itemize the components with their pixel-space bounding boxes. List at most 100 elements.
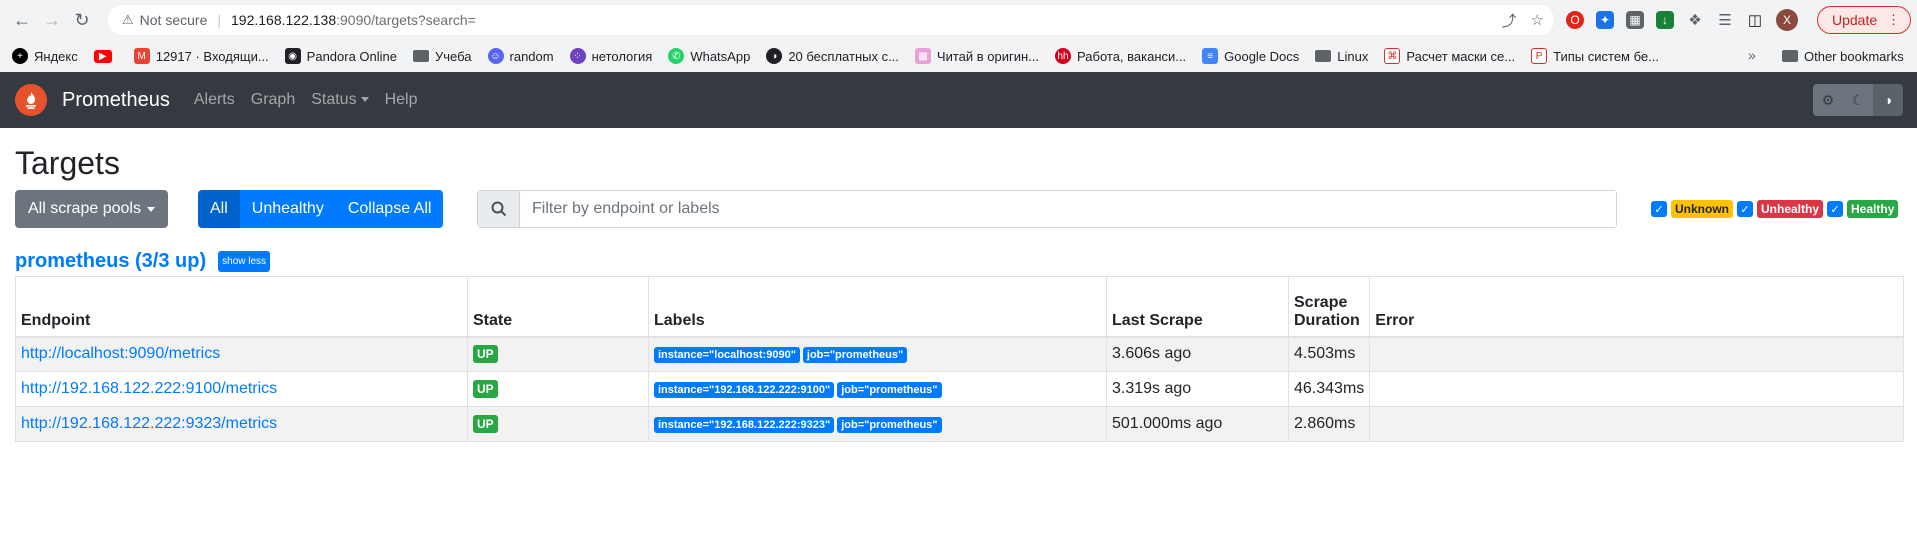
bookmark-google-docs[interactable]: ≡ Google Docs [1202,48,1299,64]
update-label: Update [1832,12,1878,28]
address-bar-row: ← → ↻ ⚠ Not secure | 192.168.122.138:909… [0,0,1917,40]
label-badge: job="prometheus" [837,382,942,398]
folder-icon [413,50,430,62]
warning-icon: ⚠ [122,12,134,27]
last-scrape-cell: 501.000ms ago [1106,406,1289,442]
duration-cell: 2.860ms [1287,406,1371,442]
opera-icon[interactable]: O [1566,11,1584,29]
header-scrape-duration: Scrape Duration [1287,276,1371,338]
bookmark-mail[interactable]: M 12917 · Входящи... [133,48,269,64]
bookmark-folder-ucheba[interactable]: Учеба [413,49,472,64]
extensions-bar: O ✦ ▦ ↓ ❖ ☰ ◫ X [1566,6,1798,34]
targets-table: Endpoint State Labels Last Scrape Scrape… [15,276,1904,442]
endpoint-link[interactable]: http://localhost:9090/metrics [21,345,220,362]
endpoint-cell: http://localhost:9090/metrics [15,336,468,372]
nav-graph[interactable]: Graph [251,91,295,109]
bookmark-hh[interactable]: hh Работа, ваканси... [1055,48,1186,64]
brand-link[interactable]: Prometheus [62,89,170,112]
other-bookmarks[interactable]: Other bookmarks [1782,40,1904,72]
star-icon[interactable]: ☆ [1531,11,1544,29]
healthy-checkbox[interactable]: ✓ [1827,201,1844,217]
labels-cell: instance="localhost:9090" job="prometheus… [648,336,1107,372]
nav-status-dropdown[interactable]: Status [311,91,369,109]
endpoint-cell: http://192.168.122.222:9100/metrics [15,371,468,407]
discord-icon: ☺ [487,48,504,64]
label-badge: instance="192.168.122.222:9323" [654,417,835,433]
pool-title-link[interactable]: prometheus (3/3 up) [15,250,206,273]
netology-icon: ⁘ [569,48,586,64]
share-icon[interactable]: ⤴ [1502,10,1517,31]
label-badge: job="prometheus" [837,417,942,433]
bookmark-read-original[interactable]: ▩ Читай в оригин... [914,48,1039,64]
bookmark-free-courses[interactable]: ◑ 20 бесплатных с... [766,48,899,64]
unknown-badge: Unknown [1671,200,1733,218]
bookmarks-bar: + Яндекс ▶ M 12917 · Входящи... ◉ Pandora O… [0,40,1917,72]
table-row: http://localhost:9090/metrics UP instanc… [15,336,1904,372]
hh-icon: hh [1055,48,1072,64]
dark-theme-icon[interactable]: ☾ [1843,84,1873,116]
header-last-scrape: Last Scrape [1106,276,1289,338]
page-title: Targets [15,145,120,181]
omnibox-actions: ⤴ ☆ [1502,5,1544,35]
all-button[interactable]: All [198,190,240,228]
bookmark-systems[interactable]: P Типы систем бе... [1531,48,1659,64]
nav-help[interactable]: Help [385,91,418,109]
divider: | [217,12,221,28]
caret-down-icon [360,97,369,103]
light-theme-icon[interactable]: ⚙ [1813,84,1843,116]
healthy-badge: Healthy [1847,200,1899,218]
bookmark-pandora[interactable]: ◉ Pandora Online [284,48,397,64]
puzzle-icon[interactable]: ❖ [1686,11,1704,29]
unhealthy-button[interactable]: Unhealthy [239,190,336,228]
bookmark-subnet-mask[interactable]: ⌘ Расчет маски се... [1384,48,1515,64]
side-panel-icon[interactable]: ◫ [1746,11,1764,29]
endpoint-link[interactable]: http://192.168.122.222:9323/metrics [21,415,277,432]
state-badge: UP [473,380,498,398]
browser-theme-icon[interactable]: ◑ [1873,84,1903,116]
mask-calc-icon: ⌘ [1384,48,1401,64]
globe-icon: ◑ [766,48,783,64]
media-icon[interactable]: ☰ [1716,11,1734,29]
update-button[interactable]: Update ⋮ [1817,6,1911,34]
not-secure-label: Not secure [139,12,208,28]
forward-icon[interactable]: → [38,6,66,34]
labels-cell: instance="192.168.122.222:9323" job="prom… [648,406,1107,442]
show-less-button[interactable]: show less [218,250,271,272]
unhealthy-checkbox[interactable]: ✓ [1737,201,1753,217]
download-icon[interactable]: ↓ [1656,11,1674,29]
state-badge: UP [473,345,498,364]
error-cell [1369,371,1904,407]
bookmark-youtube[interactable]: ▶ [93,49,118,63]
books-icon: ▩ [914,48,931,64]
header-labels: Labels [648,276,1107,338]
extension-icon[interactable]: ▦ [1626,11,1644,29]
scrape-pools-dropdown[interactable]: All scrape pools [15,190,168,228]
folder-icon [1782,50,1798,62]
extension-icon[interactable]: ✦ [1596,11,1614,29]
bookmark-yandex[interactable]: + Яндекс [12,48,78,64]
nav-alerts[interactable]: Alerts [194,91,235,109]
docs-icon: ≡ [1202,48,1219,64]
mail-icon: M [133,48,150,64]
back-icon[interactable]: ← [8,6,36,34]
url-host: 192.168.122.138 [231,12,337,28]
collapse-all-button[interactable]: Collapse All [335,190,444,228]
labels-cell: instance="192.168.122.222:9100" job="prom… [648,371,1107,407]
bookmark-random[interactable]: ☺ random [487,48,554,64]
yandex-icon: + [12,48,28,64]
state-cell: UP [467,406,649,442]
more-bookmarks-icon[interactable]: » [1748,47,1756,63]
bookmark-folder-linux[interactable]: Linux [1315,49,1368,64]
endpoint-link[interactable]: http://192.168.122.222:9100/metrics [21,380,277,397]
unknown-checkbox[interactable]: ✓ [1651,201,1667,217]
label-badge: instance="localhost:9090" [654,347,800,364]
caret-down-icon [146,206,155,212]
prometheus-logo-icon[interactable] [15,84,47,116]
search-input[interactable] [520,191,1616,227]
address-bar[interactable]: ⚠ Not secure | 192.168.122.138:9090/targ… [108,5,1554,35]
bookmark-netology[interactable]: ⁘ нетология [569,48,652,64]
avatar[interactable]: X [1776,9,1798,31]
reload-icon[interactable]: ↻ [68,6,96,34]
header-error: Error [1369,276,1904,338]
bookmark-whatsapp[interactable]: ✆ WhatsApp [668,48,750,64]
